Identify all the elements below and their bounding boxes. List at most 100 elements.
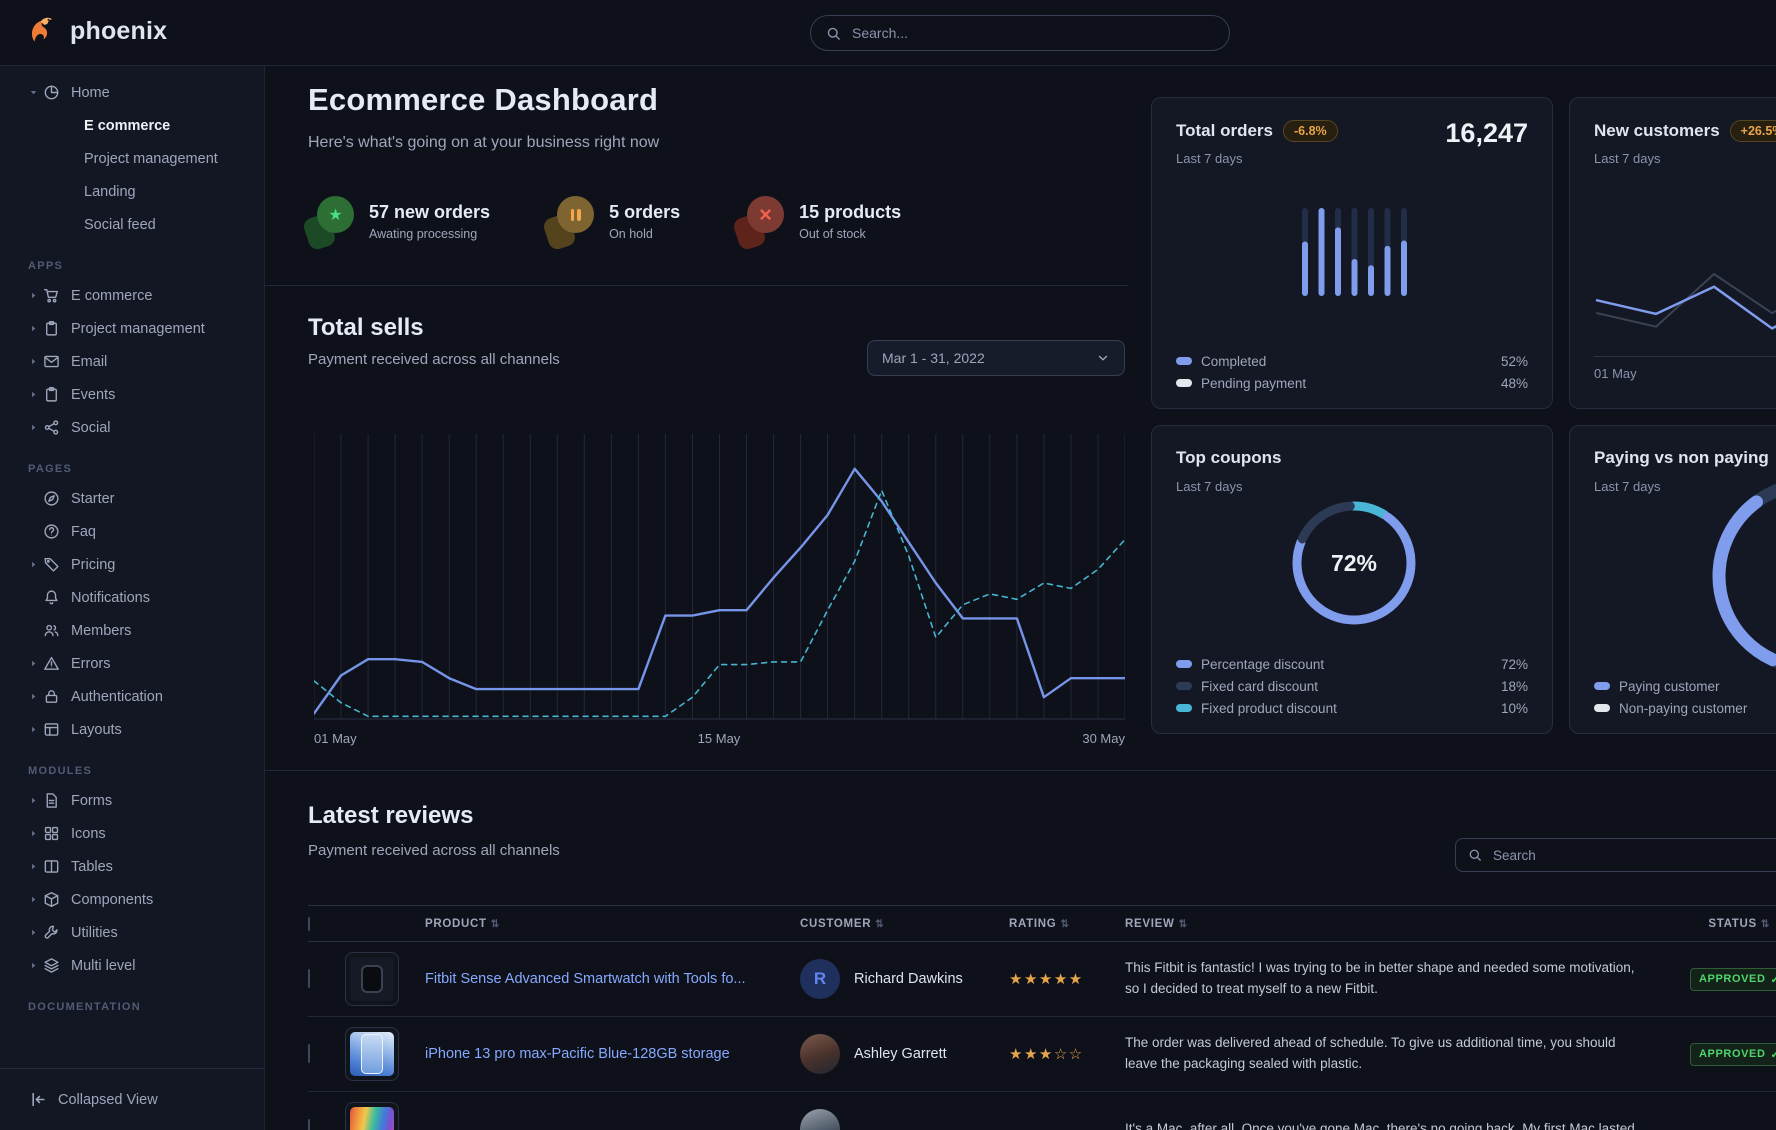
sidebar-subitem-landing[interactable]: Landing — [0, 175, 264, 208]
sidebar-item-email[interactable]: Email — [0, 345, 264, 378]
sidebar-item-faq[interactable]: Faq — [0, 515, 264, 548]
reviews-search[interactable] — [1455, 838, 1776, 872]
total-orders-chart — [1300, 208, 1414, 296]
caret-right-icon — [28, 795, 43, 806]
donut-center-value: 72% — [1279, 488, 1429, 638]
header-checkbox-cell — [308, 918, 345, 930]
sort-icon[interactable]: ⇅ — [875, 919, 884, 930]
caret-right-icon — [28, 691, 43, 702]
product-thumbnail — [345, 952, 399, 1006]
brand[interactable]: phoenix — [26, 14, 167, 48]
grid-icon — [43, 825, 60, 842]
collapsed-view-toggle[interactable]: Collapsed View — [0, 1068, 264, 1130]
sort-icon[interactable]: ⇅ — [1179, 919, 1188, 930]
sidebar-item-icons[interactable]: Icons — [0, 817, 264, 850]
sidebar-item-notifications[interactable]: Notifications — [0, 581, 264, 614]
sidebar-subitem-e-commerce[interactable]: E commerce — [0, 109, 264, 142]
legend-pill — [1176, 704, 1192, 712]
smartwatch-dark-image — [350, 957, 394, 1001]
stat-icon — [546, 194, 594, 248]
card-period: Last 7 days — [1594, 479, 1661, 494]
customer-avatar[interactable]: R — [800, 959, 840, 999]
card-title: New customers — [1594, 121, 1720, 141]
row-checkbox-cell — [308, 1120, 345, 1130]
sidebar-item-utilities[interactable]: Utilities — [0, 916, 264, 949]
product-link[interactable]: Fitbit Sense Advanced Smartwatch with To… — [425, 971, 770, 987]
sidebar-item-events[interactable]: Events — [0, 378, 264, 411]
row-checkbox[interactable] — [308, 1119, 310, 1130]
caret-right-icon — [28, 422, 43, 433]
sidebar-item-label: Social — [71, 420, 111, 436]
sidebar-item-starter[interactable]: Starter — [0, 482, 264, 515]
card-legend: Paying customer Non-paying customer — [1594, 675, 1776, 719]
reviews-search-input[interactable] — [1491, 847, 1772, 864]
sidebar-item-components[interactable]: Components — [0, 883, 264, 916]
sort-icon[interactable]: ⇅ — [491, 919, 500, 930]
navbar-search[interactable] — [810, 15, 1230, 51]
customer-cell: Ashley Garrett — [800, 1034, 1009, 1074]
sidebar-item-label: Forms — [71, 793, 112, 809]
sidebar-item-label: E commerce — [71, 288, 152, 304]
card-period: Last 7 days — [1594, 151, 1661, 166]
column-header-rating: RATING⇅ — [1009, 918, 1125, 930]
clipboard-icon — [43, 320, 60, 337]
product-cell: Fitbit Sense Advanced Smartwatch with To… — [425, 970, 800, 988]
card-period: Last 7 days — [1176, 151, 1243, 166]
search-icon — [826, 26, 841, 41]
product-thumb-cell — [345, 952, 425, 1006]
status-badge: APPROVED ✓ — [1690, 968, 1776, 991]
sidebar-item-layouts[interactable]: Layouts — [0, 713, 264, 746]
legend-label: Fixed card discount — [1201, 679, 1492, 694]
caret-down-icon — [28, 87, 43, 98]
lock-icon — [43, 688, 60, 705]
legend-row: Paying customer — [1594, 675, 1776, 697]
sidebar-item-label: Pricing — [71, 557, 115, 573]
cart-icon — [43, 287, 60, 304]
stat-text: 5 ordersOn hold — [609, 202, 680, 241]
navbar-search-input[interactable] — [850, 24, 1214, 42]
sidebar-item-members[interactable]: Members — [0, 614, 264, 647]
sidebar-item-errors[interactable]: Errors — [0, 647, 264, 680]
paying-vs-non-paying-card: Paying vs non paying Last 7 days Paying … — [1569, 425, 1776, 734]
sidebar-item-project-management[interactable]: Project management — [0, 312, 264, 345]
product-thumb-cell — [345, 1102, 425, 1130]
stat-item: ★57 new ordersAwating processing — [306, 194, 490, 248]
review-text-cell: This Fitbit is fantastic! I was trying t… — [1125, 958, 1690, 1000]
pause-glyph — [571, 209, 581, 221]
customer-avatar[interactable] — [800, 1034, 840, 1074]
legend-pill — [1176, 660, 1192, 668]
x-axis-label: 01 May — [314, 731, 357, 746]
sidebar-item-authentication[interactable]: Authentication — [0, 680, 264, 713]
stat-subtitle: Out of stock — [799, 227, 901, 241]
customer-name: Ashley Garrett — [854, 1046, 947, 1062]
sidebar-subitem-social-feed[interactable]: Social feed — [0, 208, 264, 241]
sidebar-subitem-project-management[interactable]: Project management — [0, 142, 264, 175]
customer-avatar[interactable] — [800, 1109, 840, 1130]
total-sells-subtitle: Payment received across all channels — [308, 351, 560, 368]
sort-icon[interactable]: ⇅ — [1060, 919, 1069, 930]
select-all-checkbox[interactable] — [308, 917, 310, 931]
sidebar-item-label: Tables — [71, 859, 113, 875]
trend-badge: +26.5% — [1730, 120, 1776, 142]
legend-row: Completed52% — [1176, 350, 1528, 372]
product-link[interactable]: iPhone 13 pro max-Pacific Blue-128GB sto… — [425, 1046, 754, 1062]
rating-cell: ★★★☆☆ — [1009, 1045, 1125, 1064]
legend-label: Completed — [1201, 354, 1492, 369]
row-checkbox[interactable] — [308, 1044, 310, 1063]
sidebar-item-tables[interactable]: Tables — [0, 850, 264, 883]
caret-right-icon — [28, 724, 43, 735]
sidebar-item-forms[interactable]: Forms — [0, 784, 264, 817]
card-legend: Completed52%Pending payment48% — [1176, 350, 1528, 394]
sidebar-item-pricing[interactable]: Pricing — [0, 548, 264, 581]
legend-pill — [1176, 357, 1192, 365]
sidebar-item-social[interactable]: Social — [0, 411, 264, 444]
sidebar-item-home[interactable]: Home — [0, 76, 264, 109]
sidebar-item-e-commerce[interactable]: E commerce — [0, 279, 264, 312]
sort-icon[interactable]: ⇅ — [1761, 919, 1770, 930]
row-checkbox[interactable] — [308, 969, 310, 988]
paying-gauge-chart — [1691, 456, 1776, 696]
date-range-select[interactable]: Mar 1 - 31, 2022 — [867, 340, 1125, 376]
sidebar-item-multi-level[interactable]: Multi level — [0, 949, 264, 982]
legend-label: Non-paying customer — [1619, 701, 1776, 716]
tag-icon — [43, 556, 60, 573]
